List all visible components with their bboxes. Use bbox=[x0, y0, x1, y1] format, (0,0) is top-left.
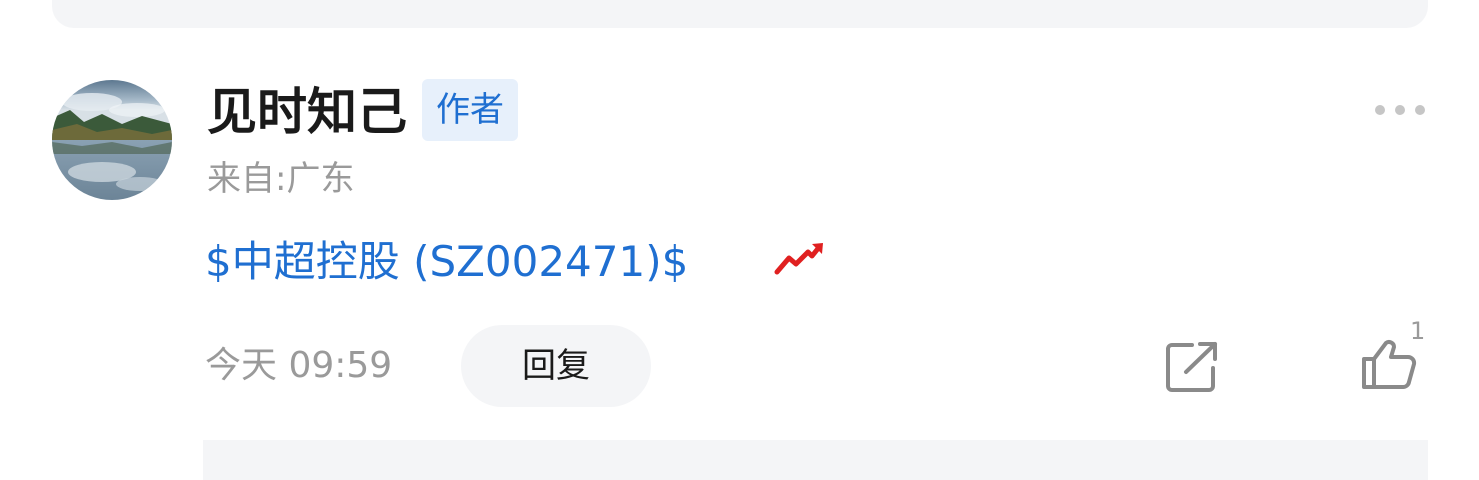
author-name[interactable]: 见时知己 bbox=[207, 82, 407, 142]
landscape-avatar-icon bbox=[52, 80, 172, 200]
share-icon[interactable] bbox=[1164, 340, 1220, 394]
reply-thread-panel bbox=[203, 440, 1428, 480]
more-options-icon[interactable] bbox=[1372, 98, 1428, 122]
previous-card-bottom bbox=[52, 0, 1428, 28]
stock-link[interactable]: $中超控股 (SZ002471)$ bbox=[205, 236, 688, 288]
reply-button[interactable]: 回复 bbox=[461, 325, 651, 407]
stock-up-trend-icon bbox=[774, 240, 826, 276]
avatar[interactable] bbox=[52, 80, 172, 200]
post-timestamp: 今天 09:59 bbox=[205, 345, 393, 386]
author-location: 来自:广东 bbox=[207, 159, 355, 199]
like-count: 1 bbox=[1410, 317, 1426, 345]
author-badge: 作者 bbox=[422, 79, 518, 141]
